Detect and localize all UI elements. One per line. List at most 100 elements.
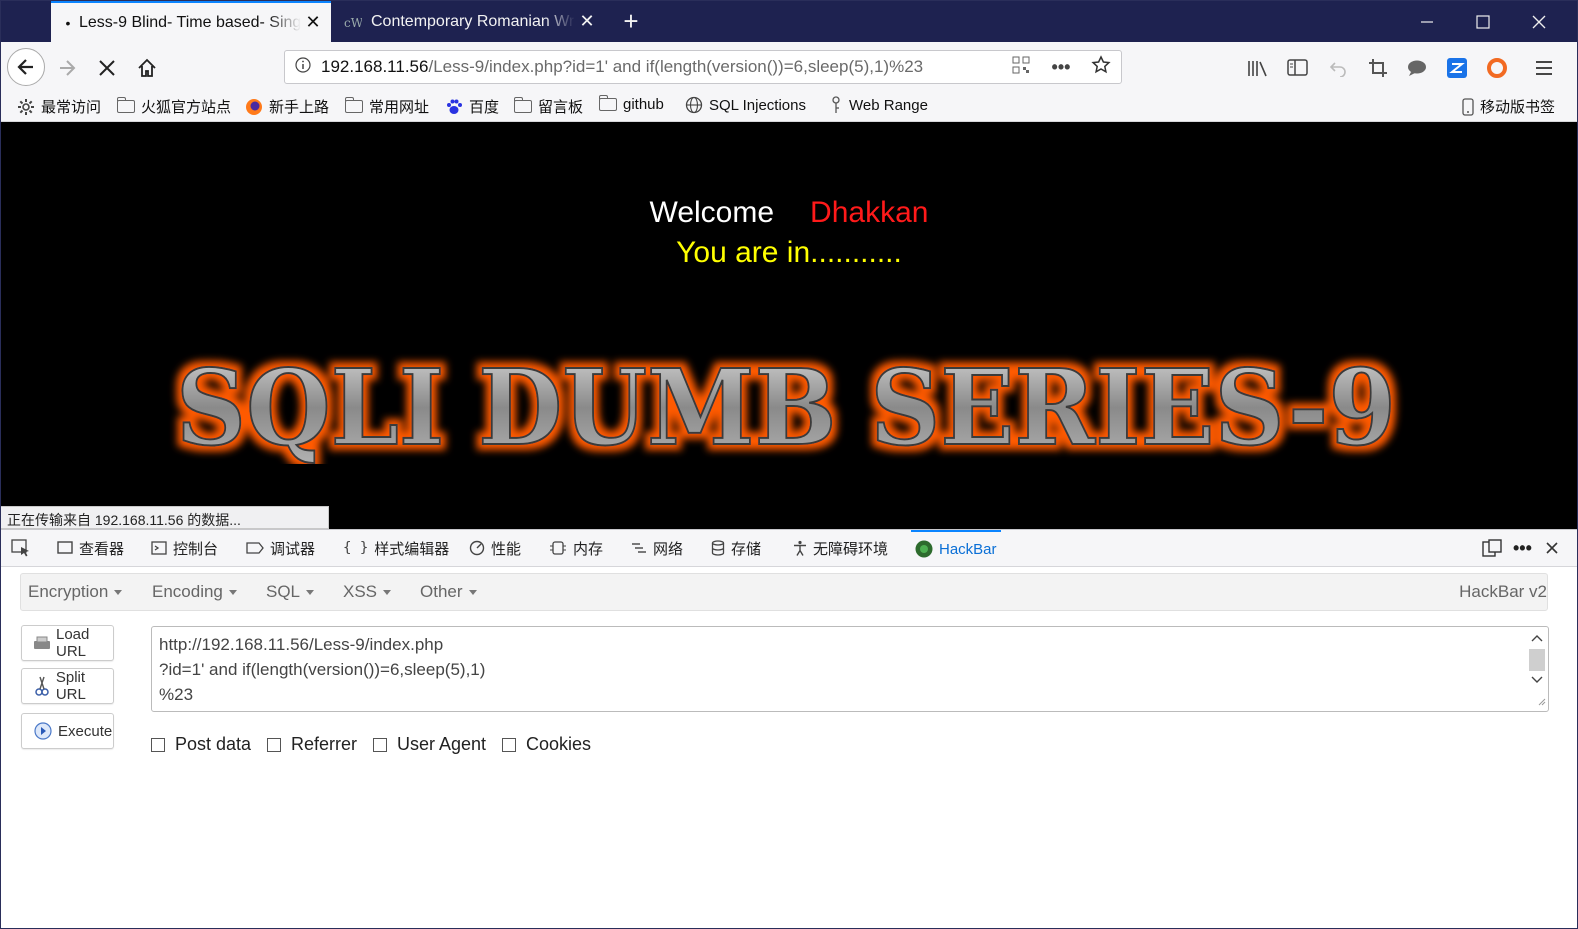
firefox-icon <box>245 98 263 116</box>
extension-z-icon[interactable] <box>1445 57 1469 79</box>
tab-storage[interactable]: 存储 <box>711 530 761 566</box>
post-data-checkbox[interactable]: Post data <box>151 734 251 755</box>
caret-down-icon <box>228 590 237 596</box>
memory-chip-icon <box>549 540 567 556</box>
menu-sql[interactable]: SQL <box>266 582 315 602</box>
tab-accessibility[interactable]: 无障碍环境 <box>793 530 888 566</box>
page-content: Welcome Dhakkan You are in........... SQL… <box>1 122 1577 530</box>
load-url-button[interactable]: Load URL <box>21 625 114 661</box>
bookmarks-toolbar: 最常访问 火狐官方站点 新手上路 常用网址 百度 留言板 github SQL … <box>1 92 1577 122</box>
bookmark-firefox-official[interactable]: 火狐官方站点 <box>116 96 231 117</box>
page-actions-icon[interactable]: ••• <box>1041 57 1081 78</box>
caret-down-icon <box>468 590 477 596</box>
checkbox-box[interactable] <box>373 737 387 752</box>
undo-icon[interactable] <box>1326 57 1350 79</box>
bookmark-star-icon[interactable] <box>1081 54 1121 80</box>
referrer-checkbox[interactable]: Referrer <box>267 734 357 755</box>
checkbox-box[interactable] <box>267 737 281 752</box>
mobile-phone-icon <box>1462 97 1474 116</box>
qr-code-icon[interactable] <box>1001 56 1041 79</box>
baidu-paw-icon <box>445 98 463 116</box>
minimize-icon[interactable] <box>1399 1 1455 42</box>
execute-button[interactable]: Execute <box>21 713 114 749</box>
bookmark-label: 百度 <box>469 99 500 116</box>
svg-text:SQLI DUMB SERIES-9: SQLI DUMB SERIES-9 <box>176 346 1396 464</box>
gear-icon <box>17 98 35 116</box>
split-url-button[interactable]: Split URL <box>21 668 114 704</box>
tab-romanian-writers[interactable]: cW Contemporary Romanian Writers ✕ <box>331 1 605 42</box>
forward-arrow-icon[interactable] <box>55 56 79 80</box>
tab-console[interactable]: 控制台 <box>151 530 218 566</box>
tab-network[interactable]: 网络 <box>631 530 683 566</box>
bookmark-label: SQL Injections <box>709 96 806 114</box>
user-agent-checkbox[interactable]: User Agent <box>373 734 486 755</box>
element-picker-icon[interactable] <box>11 530 31 566</box>
tab-hackbar[interactable]: HackBar <box>911 530 1001 566</box>
caret-down-icon <box>306 590 315 596</box>
hamburger-menu-icon[interactable] <box>1532 57 1556 79</box>
url-bar[interactable]: 192.168.11.56/Less-9/index.php?id=1' and… <box>284 50 1122 84</box>
tab-performance[interactable]: 性能 <box>469 530 521 566</box>
hackbar-url-textarea[interactable]: http://192.168.11.56/Less-9/index.php ?i… <box>151 626 1549 712</box>
cookies-checkbox[interactable]: Cookies <box>502 734 591 755</box>
chat-bubble-icon[interactable] <box>1405 57 1429 79</box>
info-icon[interactable] <box>285 57 321 77</box>
devtools-options-icon[interactable]: ••• <box>1513 530 1532 566</box>
tab-style-editor[interactable]: { } 样式编辑器 <box>343 530 449 566</box>
devtools-tab-label: 控制台 <box>173 540 219 558</box>
bookmark-baidu[interactable]: 百度 <box>445 96 499 117</box>
back-arrow-icon[interactable] <box>7 48 45 86</box>
hackbar-logo-icon <box>915 540 933 558</box>
stop-loading-icon[interactable] <box>95 56 119 80</box>
bookmark-mobile[interactable]: 移动版书签 <box>1462 96 1555 117</box>
tab-inspector[interactable]: 查看器 <box>57 530 124 566</box>
library-icon[interactable] <box>1246 57 1270 79</box>
tab-memory[interactable]: 内存 <box>549 530 603 566</box>
devtools-tab-label: 性能 <box>491 540 522 558</box>
maximize-icon[interactable] <box>1455 1 1511 42</box>
extension-ring-icon[interactable] <box>1485 57 1509 79</box>
bookmark-sql-injections[interactable]: SQL Injections <box>685 96 806 114</box>
window-close-icon[interactable] <box>1511 1 1567 42</box>
database-icon <box>711 540 725 556</box>
close-tab-icon[interactable]: ✕ <box>575 11 599 32</box>
checkbox-box[interactable] <box>151 737 165 752</box>
textarea-scrollbar[interactable] <box>1528 629 1546 709</box>
bookmark-common-sites[interactable]: 常用网址 <box>344 96 430 117</box>
bookmark-message-board[interactable]: 留言板 <box>513 96 583 117</box>
home-icon[interactable] <box>134 55 160 81</box>
login-status-text: You are in........... <box>676 236 902 269</box>
debugger-icon <box>246 541 264 555</box>
inspector-icon <box>57 541 73 555</box>
checkbox-box[interactable] <box>502 737 516 752</box>
welcome-text: Welcome <box>649 196 775 229</box>
tab-debugger[interactable]: 调试器 <box>246 530 315 566</box>
scissors-icon <box>32 676 52 696</box>
devtools-tab-label: 存储 <box>731 540 762 558</box>
bookmark-web-range[interactable]: Web Range <box>829 96 928 114</box>
tab-less9[interactable]: • Less-9 Blind- Time based- Single Quote… <box>51 1 331 42</box>
menu-other[interactable]: Other <box>420 582 477 602</box>
url-host: 192.168.11.56 <box>321 57 429 76</box>
browser-window: • Less-9 Blind- Time based- Single Quote… <box>0 0 1578 929</box>
folder-icon <box>513 97 532 113</box>
sqli-dumb-series-banner: SQLI DUMB SERIES-9 <box>175 345 1397 464</box>
menu-encryption[interactable]: Encryption <box>28 582 123 602</box>
devtools-tab-label: 网络 <box>653 540 684 558</box>
sidebar-icon[interactable] <box>1286 57 1310 79</box>
menu-encoding[interactable]: Encoding <box>152 582 237 602</box>
bookmark-github[interactable]: github <box>598 95 664 113</box>
bookmark-label: 常用网址 <box>369 99 430 116</box>
menu-xss[interactable]: XSS <box>343 582 392 602</box>
tab-title: Contemporary Romanian Writers <box>371 12 575 30</box>
crop-screenshot-icon[interactable] <box>1366 57 1390 79</box>
close-tab-icon[interactable]: ✕ <box>301 12 325 33</box>
loading-dot-icon: • <box>65 14 71 31</box>
bookmark-getting-started[interactable]: 新手上路 <box>245 96 329 117</box>
new-tab-plus-icon[interactable]: + <box>615 7 647 37</box>
url-line: %23 <box>159 685 194 704</box>
button-label: Execute <box>58 722 113 740</box>
bookmark-most-visited[interactable]: 最常访问 <box>17 96 101 117</box>
dock-toggle-icon[interactable] <box>1482 530 1502 566</box>
devtools-close-icon[interactable] <box>1545 530 1559 566</box>
